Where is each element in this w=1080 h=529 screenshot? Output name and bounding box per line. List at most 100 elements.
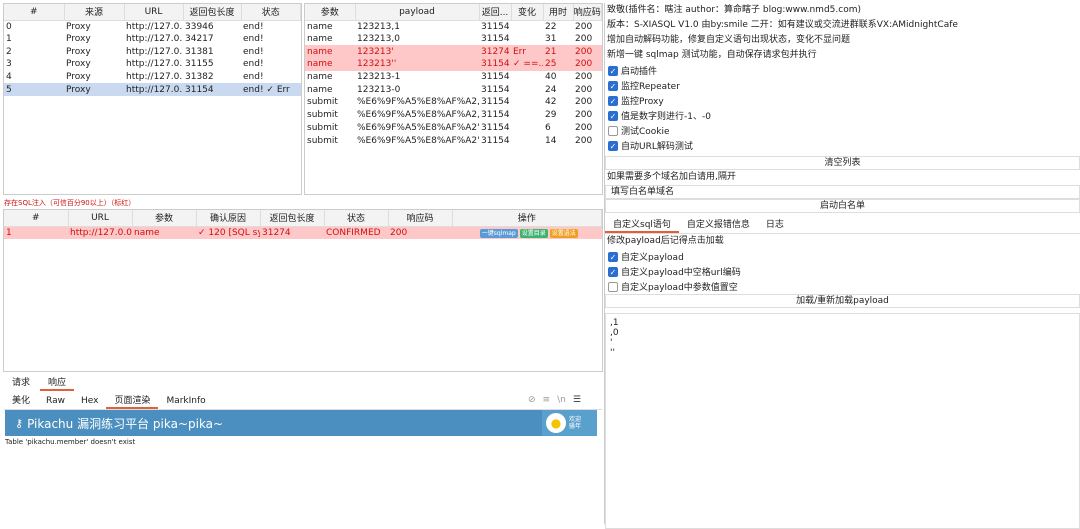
settings-tab[interactable]: 日志 <box>758 218 792 233</box>
column-header[interactable]: 状态 <box>324 210 389 227</box>
table-cell: 31154 <box>481 84 510 95</box>
table-cell: http://127.0.... <box>126 46 183 57</box>
column-header[interactable]: 用时 <box>543 4 574 21</box>
checkbox-label: 启动插件 <box>621 67 658 77</box>
table-row[interactable]: name123213''31154✓ ==...25200 <box>305 58 602 71</box>
wrap-icon[interactable]: ≡ <box>543 395 551 405</box>
payload-line: ' <box>610 338 613 348</box>
clear-list-button[interactable]: 清空列表 <box>605 156 1080 170</box>
table-cell: 21 <box>543 45 573 59</box>
menu-icon[interactable]: ☰ <box>573 395 581 405</box>
payload-textarea[interactable]: ,1,0 ' '' <box>605 313 1080 529</box>
column-header[interactable]: 响应码 <box>573 4 602 21</box>
checkbox-option[interactable]: 测试Cookie <box>605 123 1080 138</box>
table-cell: submit <box>307 110 338 121</box>
table-row[interactable]: submit %E6%9F%A5%E8%AF%A2,0 31154 29 200 <box>305 109 602 122</box>
banner-title: Pikachu 漏洞练习平台 pika~pika~ <box>27 416 224 431</box>
table-cell: Proxy <box>66 46 91 57</box>
table-cell: http://127.0.... <box>126 72 183 83</box>
table-cell: CONFIRMED <box>324 226 388 239</box>
action-button[interactable]: 设置语法 <box>549 228 578 238</box>
action-button[interactable]: 设置目录 <box>519 228 548 238</box>
column-header[interactable]: 来源 <box>64 4 125 21</box>
table-row[interactable]: name 123213,0 31154 31 200 <box>305 33 602 46</box>
view-tab[interactable]: MarkInfo <box>158 394 213 409</box>
column-header[interactable]: 返回包长度 <box>260 210 325 227</box>
checkbox-checked-icon[interactable]: ✓ <box>608 266 618 277</box>
checkbox-checked-icon[interactable]: ✓ <box>608 65 618 76</box>
checkbox-label: 监控Repeater <box>621 82 680 92</box>
column-header[interactable]: URL <box>68 210 133 227</box>
checkbox-option[interactable]: 自定义payload中参数值置空 <box>605 279 1080 294</box>
table-cell: 200 <box>575 110 593 121</box>
column-header[interactable]: 确认原因 <box>196 210 261 227</box>
table-row[interactable]: submit %E6%9F%A5%E8%AF%A2,1 31154 42 200 <box>305 96 602 109</box>
table-cell <box>511 71 543 84</box>
checkbox-option[interactable]: ✓ 监控Proxy <box>605 93 1080 108</box>
table-row[interactable]: submit %E6%9F%A5%E8%AF%A2' 31154 6 200 <box>305 122 602 135</box>
checkbox-unchecked-icon[interactable] <box>608 281 618 292</box>
checkbox-option[interactable]: ✓ 值是数字则进行-1、-0 <box>605 108 1080 123</box>
checkbox-unchecked-icon[interactable] <box>608 125 618 136</box>
column-header[interactable]: 返回... <box>479 4 512 21</box>
checkbox-checked-icon[interactable]: ✓ <box>608 80 618 91</box>
column-header[interactable]: 参数 <box>132 210 197 227</box>
table-cell: 200 <box>575 97 593 108</box>
table-cell: %E6%9F%A5%E8%AF%A2,1 <box>357 97 479 108</box>
column-header[interactable]: 返回包长度 <box>183 4 242 21</box>
newline-icon[interactable]: \n <box>557 395 566 405</box>
action-button[interactable]: 一键sqlmap <box>479 228 518 238</box>
load-payload-button[interactable]: 加载/重新加载payload <box>605 294 1080 308</box>
table-cell: 200 <box>388 226 452 239</box>
results-table: #URL参数确认原因返回包长度状态响应码操作 1http://127.0.0...… <box>4 210 602 239</box>
view-tab[interactable]: 美化 <box>4 394 38 409</box>
view-tab[interactable]: Raw <box>38 394 73 409</box>
checkbox-checked-icon[interactable]: ✓ <box>608 251 618 262</box>
whitelist-domain-input[interactable]: 填写白名单域名 <box>605 185 1080 199</box>
column-header[interactable]: 响应码 <box>388 210 453 227</box>
view-tab[interactable]: 页面渲染 <box>106 394 159 409</box>
message-tab[interactable]: 响应 <box>40 376 75 391</box>
table-cell: 31274 <box>260 226 324 239</box>
column-header[interactable]: 参数 <box>305 4 356 21</box>
table-row[interactable]: 2 Proxy http://127.0....31381 end! <box>4 45 301 58</box>
table-row[interactable]: 3 Proxy http://127.0....31155 end! <box>4 58 301 71</box>
table-row[interactable]: submit %E6%9F%A5%E8%AF%A2'' 31154 14 200 <box>305 134 602 147</box>
pikachu-avatar: ● <box>546 413 566 433</box>
column-header[interactable]: 状态 <box>241 4 301 21</box>
table-cell: end! <box>243 72 264 83</box>
checkbox-option[interactable]: ✓ 自动URL解码测试 <box>605 138 1080 153</box>
settings-tab[interactable]: 自定义报错信息 <box>679 218 758 233</box>
table-row[interactable]: 4 Proxy http://127.0....31382 end! <box>4 71 301 84</box>
table-row[interactable]: 0 Proxy http://127.0....33946 end! <box>4 20 301 33</box>
checkbox-option[interactable]: ✓ 自定义payload中空格url编码 <box>605 264 1080 279</box>
table-cell: %E6%9F%A5%E8%AF%A2' <box>357 122 479 133</box>
table-cell: 2 <box>6 46 12 57</box>
checkbox-option[interactable]: ✓ 监控Repeater <box>605 78 1080 93</box>
column-header[interactable]: 操作 <box>452 210 602 227</box>
column-header[interactable]: # <box>4 210 69 227</box>
table-row[interactable]: name 123213' 31274 Err 21 200 <box>305 45 602 59</box>
checkbox-checked-icon[interactable]: ✓ <box>608 95 618 106</box>
start-whitelist-button[interactable]: 启动白名单 <box>605 199 1080 213</box>
settings-tab[interactable]: 自定义sql语句 <box>605 218 679 233</box>
table-row[interactable]: 1 Proxy http://127.0....34217 end! <box>4 33 301 46</box>
table-cell: 123213,0 <box>357 34 400 45</box>
view-tab[interactable]: Hex <box>73 394 106 409</box>
column-header[interactable]: # <box>4 4 65 21</box>
table-row[interactable]: name 123213-1 31154 40 200 <box>305 71 602 84</box>
message-tab[interactable]: 请求 <box>4 376 38 391</box>
table-row[interactable]: name 123213,1 31154 22 200 <box>305 20 602 33</box>
hide-icon[interactable]: ⊘ <box>528 395 536 405</box>
checkbox-option[interactable]: ✓ 启动插件 <box>605 63 1080 78</box>
checkbox-option[interactable]: ✓ 自定义payload <box>605 249 1080 264</box>
column-header[interactable]: 变化 <box>511 4 544 21</box>
table-row[interactable]: 5Proxyhttp://127.0....31154end! ✓ Err <box>4 83 301 97</box>
checkbox-checked-icon[interactable]: ✓ <box>608 110 618 121</box>
column-header[interactable]: URL <box>124 4 184 21</box>
checkbox-checked-icon[interactable]: ✓ <box>608 140 618 151</box>
column-header[interactable]: payload <box>355 4 480 21</box>
table-row[interactable]: name 123213-0 31154 24 200 <box>305 83 602 96</box>
table-cell: submit <box>307 97 338 108</box>
table-cell: Proxy <box>66 72 91 83</box>
